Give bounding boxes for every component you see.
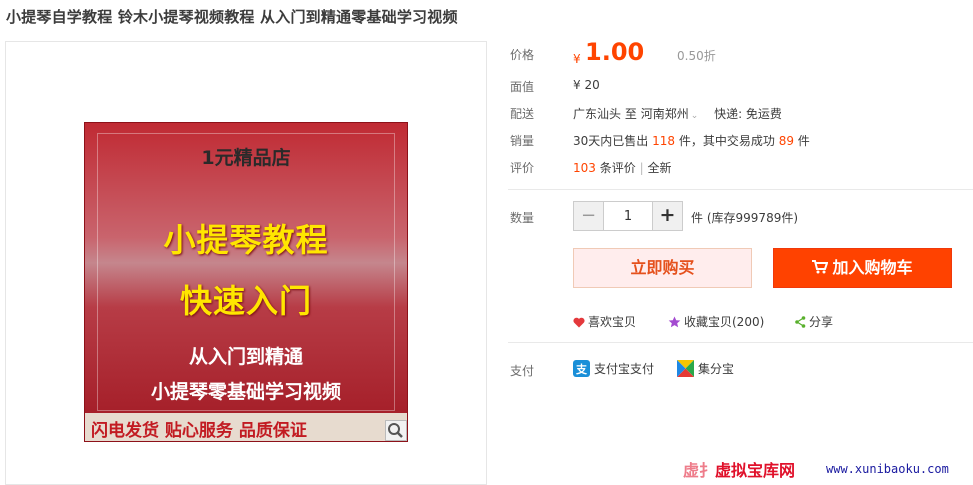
sales-info: 30天内已售出 118 件，其中交易成功 89 件 [573,132,810,149]
quantity-unit: 件 [691,211,704,225]
payment-jifenbao: 集分宝 [677,360,734,377]
watermark-url: www.xunibaoku.com [826,462,949,476]
quantity-stepper: − + [573,201,683,231]
svg-text:支: 支 [575,362,588,376]
shipping-from: 广东汕头 [573,107,622,121]
poster-subline-1: 从入门到精通 [188,346,303,368]
like-label: 喜欢宝贝 [588,315,637,329]
shipping-destination: 河南郑州 [640,107,689,121]
price-label: 价格 [510,48,535,62]
reviews-label: 评价 [510,161,535,175]
heart-icon [573,317,585,328]
alipay-label: 支付宝支付 [594,362,655,376]
share-icon [795,316,806,328]
alipay-icon: 支 [573,360,590,377]
reviews-info: 103 条评价 | 全新 [573,159,671,176]
stock-count: (库存999789件) [706,211,799,225]
quantity-label: 数量 [510,211,535,225]
sales-success-count: 89 [778,134,794,148]
like-button[interactable]: 喜欢宝贝 [573,313,636,330]
sales-prefix: 30天内已售出 [573,134,649,148]
quantity-plus-button[interactable]: + [652,202,682,230]
price-discount: 0.50折 [677,49,716,63]
jifenbao-label: 集分宝 [698,362,735,376]
sales-label: 销量 [510,134,535,148]
price-value: 1.00 [585,38,645,66]
product-title: 小提琴自学教程 铃木小提琴视频教程 从入门到精通零基础学习视频 [6,8,458,26]
buy-now-button[interactable]: 立即购买 [573,248,752,288]
divider [508,189,973,190]
watermark-text: 虚扌虚拟宝库网 [683,457,795,481]
watermark-ghost: 虚扌 [683,461,716,480]
poster-bottom-band: 闪电发货 贴心服务 品质保证 [85,413,407,441]
quantity-input[interactable] [604,203,652,229]
poster-shop-line: 1元精品店 [201,147,291,169]
share-label: 分享 [809,315,834,329]
quantity-minus-button[interactable]: − [574,202,604,230]
payment-label: 支付 [510,364,535,378]
magnifier-icon[interactable] [385,420,407,441]
sales-mid: 件，其中交易成功 [678,134,775,148]
shipping-to-word: 至 [624,107,637,121]
watermark-main: 虚拟宝库网 [715,461,796,480]
poster-headline-2: 快速入门 [179,282,312,320]
stock-info: 件 (库存999789件) [691,209,798,226]
add-to-cart-button[interactable]: 加入购物车 [773,248,952,288]
reviews-count: 103 [573,161,596,175]
reviews-unit: 条评价 [599,161,636,175]
favorite-button[interactable]: 收藏宝贝(200) [668,313,764,330]
reviews-link[interactable]: 103 条评价 [573,161,636,175]
shipping-destination-select[interactable]: 河南郑州 ⌄ [641,107,702,121]
cart-icon [812,250,829,288]
reviews-separator: | [639,161,644,175]
shipping-express: 快递: 免运费 [714,107,782,121]
face-value: ¥ 20 [573,78,600,92]
face-value-label: 面值 [510,80,535,94]
poster-bottom-band-text: 闪电发货 贴心服务 品质保证 [91,421,307,441]
shipping-info: 广东汕头 至 河南郑州 ⌄ 快递: 免运费 [573,105,782,122]
sales-sold-count: 118 [652,134,676,148]
sales-suffix: 件 [797,134,810,148]
shipping-label: 配送 [510,107,535,121]
condition-new: 全新 [647,161,672,175]
product-image[interactable]: 1元精品店 小提琴教程 快速入门 从入门到精通 小提琴零基础学习视频 闪电发货 … [84,122,408,442]
jifenbao-icon [677,360,694,377]
payment-alipay: 支 支付宝支付 [573,360,654,377]
chevron-down-icon: ⌄ [690,111,699,121]
poster-headline-1: 小提琴教程 [163,221,329,259]
favorite-label: 收藏宝贝(200) [684,315,765,329]
poster-subline-2: 小提琴零基础学习视频 [150,381,341,403]
poster-frame [97,133,395,411]
star-icon [668,316,681,328]
share-button[interactable]: 分享 [795,313,833,330]
add-to-cart-label: 加入购物车 [832,258,913,277]
divider [508,342,973,343]
price-currency: ¥ [573,52,581,66]
